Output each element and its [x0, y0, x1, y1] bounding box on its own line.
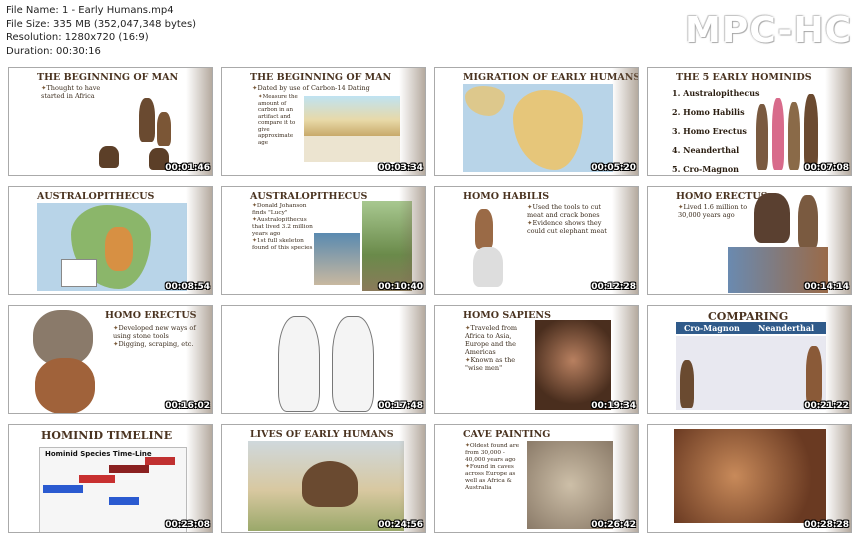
slide-bullets: Donald Johanson finds "Lucy" Australopit…: [252, 203, 314, 252]
thumbnail-13[interactable]: HOMINID TIMELINE Hominid Species Time-Li…: [8, 424, 213, 533]
homo-sapiens-face: [535, 320, 611, 410]
timeline-bar: [145, 457, 175, 465]
timestamp: 00:28:28: [804, 520, 849, 530]
range-highlight: [105, 227, 133, 271]
hominid-figure: [157, 112, 171, 146]
skeleton-diagram: [278, 316, 320, 412]
resolution: Resolution: 1280x720 (16:9): [6, 32, 149, 44]
brand-logo: MPC-HC: [685, 10, 852, 51]
slide-title: AUSTRALOPITHECUS: [37, 191, 155, 202]
duration: Duration: 00:30:16: [6, 45, 101, 57]
timestamp: 00:19:34: [591, 401, 636, 411]
hominid-figure: [99, 146, 119, 168]
hominid-face: [35, 358, 95, 413]
slide-bullets: Dated by use of Carbon-14 Dating: [252, 84, 412, 92]
slide-title: HOMO HABILIS: [463, 191, 550, 202]
timestamp: 00:10:40: [378, 282, 423, 292]
carbon-dating-diagram: [304, 136, 400, 162]
thumbnail-4[interactable]: THE 5 EARLY HOMINIDS 1. Australopithecus…: [647, 67, 852, 176]
hominid-sketch: [473, 247, 503, 287]
timestamp: 00:23:08: [165, 520, 210, 530]
file-info: File Name: 1 - Early Humans.mp4 File Siz…: [6, 4, 196, 58]
thumbnail-7[interactable]: HOMO HABILIS Used the tools to cut meat …: [434, 186, 639, 295]
slide-title: THE BEGINNING OF MAN: [37, 72, 179, 83]
hominid-figure: [756, 104, 768, 170]
timestamp: 00:05:20: [591, 163, 636, 173]
slide-subbullet: Measure the amount of carbon in an artif…: [258, 94, 300, 146]
subtitle-cro-magnon: Cro-Magnon: [684, 323, 740, 333]
thumbnail-grid: THE BEGINNING OF MAN Thought to have sta…: [8, 67, 852, 533]
thumbnail-1[interactable]: THE BEGINNING OF MAN Thought to have sta…: [8, 67, 213, 176]
slide-title: THE 5 EARLY HOMINIDS: [676, 72, 812, 83]
map-legend: [61, 259, 97, 287]
timestamp: 00:08:54: [165, 282, 210, 292]
hominid-figure: [475, 209, 493, 249]
slide-title: CAVE PAINTING: [463, 429, 551, 440]
skeleton-diagram: [332, 316, 374, 412]
slide-title: THE BEGINNING OF MAN: [250, 72, 392, 83]
cave-painting-image: [527, 441, 613, 529]
lucy-photo: [314, 233, 360, 285]
timestamp: 00:26:42: [591, 520, 636, 530]
thumbnail-5[interactable]: AUSTRALOPITHECUS 00:08:54: [8, 186, 213, 295]
timestamp: 00:07:08: [804, 163, 849, 173]
slide-title: HOMO ERECTUS: [105, 310, 197, 321]
thumbnail-9[interactable]: HOMO ERECTUS Developed new ways of using…: [8, 305, 213, 414]
file-name: File Name: 1 - Early Humans.mp4: [6, 5, 174, 16]
hominid-figure: [798, 195, 818, 249]
timeline-bar: [43, 485, 83, 493]
slide-bullets: Oldest found are from 30,000 - 40,000 ye…: [465, 443, 525, 492]
slide-bullets: Used the tools to cut meat and crack bon…: [527, 203, 607, 235]
timestamp: 00:24:56: [378, 520, 423, 530]
timestamp: 00:03:34: [378, 163, 423, 173]
hominid-figure: [680, 360, 694, 408]
hominid-figure: [772, 98, 784, 170]
timeline-subtitle: Hominid Species Time-Line: [45, 450, 152, 458]
timeline-bar: [109, 465, 149, 473]
hominid-figure: [806, 346, 822, 406]
hominid-figure: [139, 98, 155, 142]
hominid-figure: [788, 102, 800, 170]
hominid-list: 1. Australopithecus 2. Homo Habilis 3. H…: [672, 88, 760, 174]
slide-bullets: Thought to have started in Africa: [41, 84, 111, 100]
thumbnail-10[interactable]: 00:17:48: [221, 305, 426, 414]
thumbnail-14[interactable]: LIVES OF EARLY HUMANS 00:24:56: [221, 424, 426, 533]
slide-title: AUSTRALOPITHECUS: [250, 191, 368, 202]
timestamp: 00:14:14: [804, 282, 849, 292]
thumbnail-2[interactable]: THE BEGINNING OF MAN Dated by use of Car…: [221, 67, 426, 176]
timestamp: 00:17:48: [378, 401, 423, 411]
slide-bullets: Traveled from Africa to Asia, Europe and…: [465, 324, 529, 372]
thumbnail-12[interactable]: COMPARING Cro-Magnon Neanderthal 00:21:2…: [647, 305, 852, 414]
thumbnail-8[interactable]: HOMO ERECTUS Lived 1.6 million to 30,000…: [647, 186, 852, 295]
file-size: File Size: 335 MB (352,047,348 bytes): [6, 18, 197, 30]
thumbnail-16[interactable]: 00:28:28: [647, 424, 852, 533]
thumbnail-6[interactable]: AUSTRALOPITHECUS Donald Johanson finds "…: [221, 186, 426, 295]
timestamp: 00:16:02: [165, 401, 210, 411]
timestamp: 00:12:28: [591, 282, 636, 292]
slide-title: HOMINID TIMELINE: [41, 429, 173, 442]
comparison-table: [676, 336, 826, 410]
subtitle-neanderthal: Neanderthal: [758, 323, 815, 333]
timestamp: 00:01:46: [165, 163, 210, 173]
timeline-bar: [109, 497, 139, 505]
cave-painting-photo: [674, 429, 826, 523]
slide-title: LIVES OF EARLY HUMANS: [250, 429, 394, 440]
thumbnail-11[interactable]: HOMO SAPIENS Traveled from Africa to Asi…: [434, 305, 639, 414]
skull-photo: [754, 193, 790, 243]
landscape-image: [304, 96, 400, 136]
slide-title: HOMO ERECTUS: [676, 191, 768, 202]
timestamp: 00:21:22: [804, 401, 849, 411]
slide-bullets: Lived 1.6 million to 30,000 years ago: [678, 203, 750, 219]
thumbnail-3[interactable]: MIGRATION OF EARLY HUMANS 00:05:20: [434, 67, 639, 176]
hominid-figure: [804, 94, 818, 170]
mammoth-figure: [302, 461, 358, 507]
thumbnail-15[interactable]: CAVE PAINTING Oldest found are from 30,0…: [434, 424, 639, 533]
timeline-bar: [79, 475, 115, 483]
